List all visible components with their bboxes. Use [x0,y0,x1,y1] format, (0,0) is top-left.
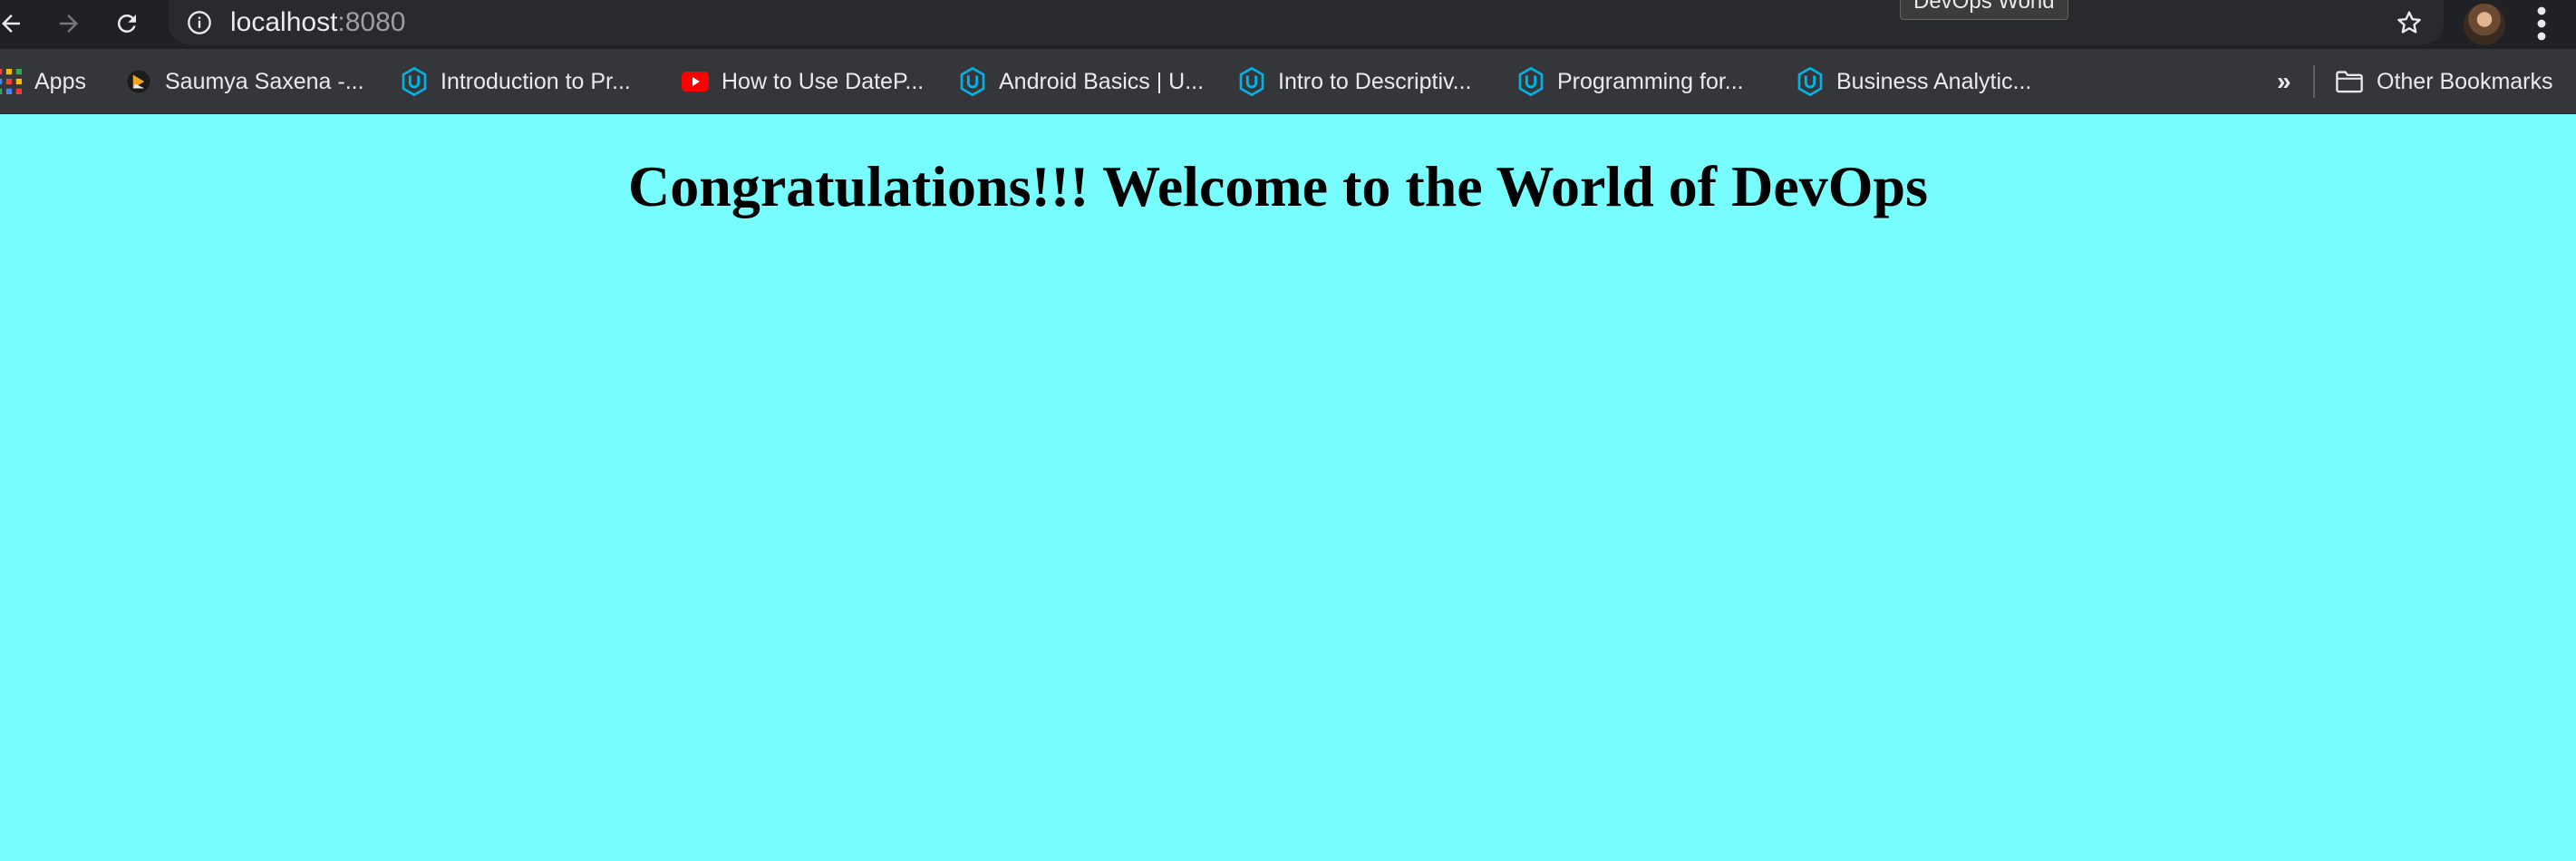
bookmark-other-bookmarks[interactable]: Other Bookmarks [2335,49,2553,114]
bookmark-label: Apps [34,68,86,94]
reload-button[interactable] [107,4,147,44]
arrow-left-icon [2,15,20,33]
bookmark-programming-for[interactable]: Programming for... [1517,49,1744,114]
address-bar[interactable]: localhost:8080 [169,0,2444,45]
bookmark-label: Business Analytic... [1836,68,2032,94]
url-host: localhost [230,7,338,37]
info-icon[interactable] [187,10,212,35]
udacity-icon [960,67,985,96]
bookmark-label: Programming for... [1557,68,1744,94]
page-content: Congratulations!!! Welcome to the World … [0,114,2576,861]
udacity-icon [1797,67,1823,96]
address-url[interactable]: localhost:8080 [230,5,405,40]
tab-tooltip: DevOps World [1900,0,2068,20]
bookmark-business-analytic[interactable]: Business Analytic... [1796,49,2031,114]
bookmark-label: Other Bookmarks [2377,68,2553,94]
bookmark-label: Intro to Descriptiv... [1278,68,1472,94]
bookmarks-divider [2313,65,2315,98]
udacity-icon [402,67,427,96]
bookmark-label: Introduction to Pr... [441,68,631,94]
bookmark-apps[interactable]: Apps [0,49,86,114]
bookmarks-overflow-button[interactable]: » [2277,49,2291,114]
profile-avatar[interactable] [2464,4,2505,45]
bookmark-label: Saumya Saxena -... [165,68,364,94]
site-favicon-icon [127,70,150,93]
bookmark-saumya-saxena[interactable]: Saumya Saxena -... [125,49,364,114]
udacity-icon [1518,67,1544,96]
youtube-icon [682,72,709,92]
bookmark-intro-to-descriptiv[interactable]: Intro to Descriptiv... [1238,49,1472,114]
bookmark-introduction-to-pr[interactable]: Introduction to Pr... [401,49,631,114]
menu-kebab-icon[interactable] [2529,5,2554,42]
bookmark-label: How to Use DateP... [721,68,925,94]
reload-icon [117,14,136,33]
bookmark-label: Android Basics | U... [999,68,1205,94]
arrow-right-icon [60,15,78,33]
apps-grid-icon [0,69,22,94]
bookmark-star-icon[interactable] [2395,8,2424,37]
bookmarks-bar: Apps Saumya Saxena -... Introduction to … [0,49,2576,114]
page-heading: Congratulations!!! Welcome to the World … [628,154,1928,218]
udacity-icon [1239,67,1264,96]
bookmark-how-to-use-datep[interactable]: How to Use DateP... [682,49,924,114]
back-button[interactable] [0,4,31,44]
browser-toolbar: localhost:8080 DevOps World [0,0,2576,49]
bookmark-android-basics[interactable]: Android Basics | U... [959,49,1204,114]
forward-button[interactable] [49,4,89,44]
url-port: :8080 [337,7,406,37]
folder-icon [2336,71,2363,93]
